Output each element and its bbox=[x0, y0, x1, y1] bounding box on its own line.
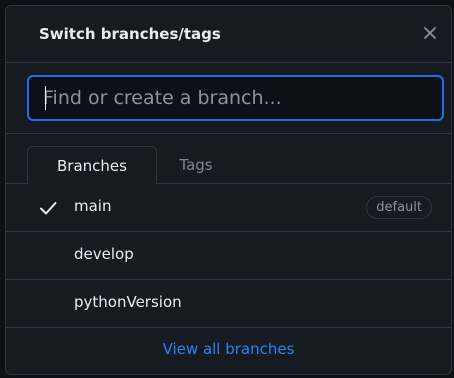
branch-list: main default develop pythonVersion bbox=[6, 184, 451, 328]
close-button[interactable] bbox=[419, 22, 441, 44]
branch-filter bbox=[6, 63, 451, 134]
dialog-header: Switch branches/tags bbox=[6, 6, 451, 63]
branch-item-pythonversion[interactable]: pythonVersion bbox=[6, 280, 451, 328]
branch-name: pythonVersion bbox=[74, 293, 182, 311]
branch-item-develop[interactable]: develop bbox=[6, 232, 451, 280]
branch-tag-tabs: Branches Tags bbox=[6, 134, 451, 185]
view-all-branches-link[interactable]: View all branches bbox=[6, 340, 451, 358]
text-caret bbox=[45, 86, 46, 110]
branch-name: main bbox=[74, 197, 112, 215]
tab-tags[interactable]: Tags bbox=[166, 146, 226, 185]
branch-item-main[interactable]: main default bbox=[6, 184, 451, 232]
branch-switcher-dialog: Switch branches/tags Branches Tags main … bbox=[5, 5, 452, 375]
check-icon bbox=[40, 202, 57, 215]
branch-name: develop bbox=[74, 245, 134, 263]
branch-search-input[interactable] bbox=[27, 75, 444, 121]
close-icon bbox=[424, 27, 436, 39]
tab-branches[interactable]: Branches bbox=[27, 146, 157, 185]
dialog-title: Switch branches/tags bbox=[39, 25, 221, 43]
default-badge: default bbox=[366, 196, 432, 219]
dialog-footer: View all branches bbox=[6, 328, 451, 374]
